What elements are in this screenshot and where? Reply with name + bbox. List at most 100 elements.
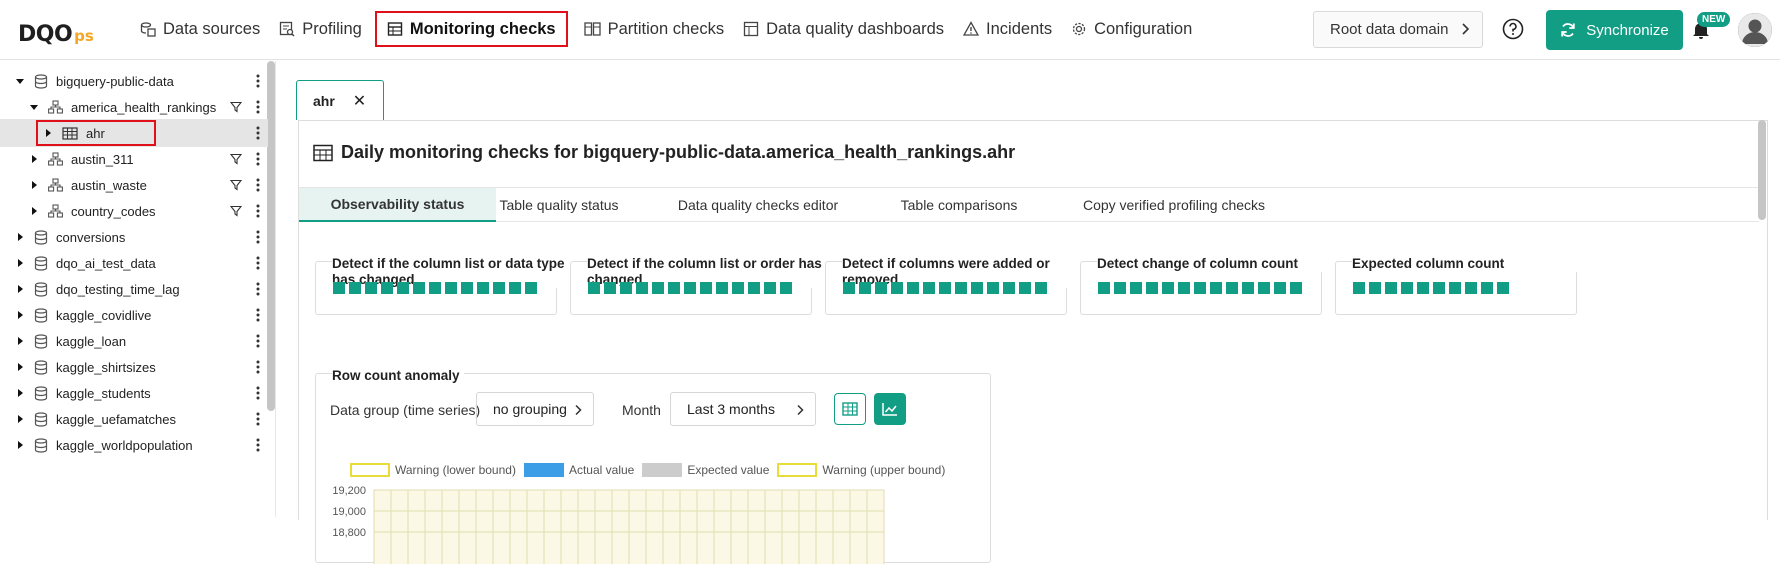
check-result-bar[interactable] [413, 282, 425, 294]
close-icon[interactable]: ✕ [353, 91, 366, 111]
check-result-bar[interactable] [1274, 282, 1286, 294]
caret-down-icon[interactable] [14, 76, 26, 86]
help-icon[interactable] [1502, 18, 1524, 40]
tab-ahr[interactable]: ahr ✕ [296, 80, 384, 120]
tree-item-kaggle-shirtsizes[interactable]: kaggle_shirtsizes [0, 353, 268, 381]
legend-expected-value[interactable]: Expected value [642, 463, 769, 477]
nav-partition-checks[interactable]: Partition checks [578, 11, 730, 47]
tab-observability-status[interactable]: Observability status [299, 188, 496, 222]
caret-right-icon[interactable] [14, 336, 26, 346]
check-result-bar[interactable] [381, 282, 393, 294]
tree-item-kaggle-worldpopulation[interactable]: kaggle_worldpopulation [0, 431, 268, 459]
row-count-chart[interactable]: 19,200 19,000 18,800 [316, 484, 992, 564]
check-result-bar[interactable] [509, 282, 521, 294]
check-result-bar[interactable] [859, 282, 871, 294]
check-result-bar[interactable] [1114, 282, 1126, 294]
check-result-bar[interactable] [1003, 282, 1015, 294]
check-result-bar[interactable] [620, 282, 632, 294]
check-result-bar[interactable] [939, 282, 951, 294]
caret-right-icon[interactable] [14, 440, 26, 450]
more-options-icon[interactable] [256, 282, 260, 296]
check-result-bar[interactable] [333, 282, 345, 294]
tree-item-bigquery-public-data[interactable]: bigquery-public-data [0, 67, 268, 95]
nav-data-quality-dashboards[interactable]: Data quality dashboards [737, 11, 950, 47]
check-result-bar[interactable] [1449, 282, 1461, 294]
check-result-bar[interactable] [748, 282, 760, 294]
tab-table-quality-status[interactable]: Table quality status [496, 188, 622, 222]
check-result-bar[interactable] [700, 282, 712, 294]
nav-data-sources[interactable]: Data sources [134, 11, 266, 47]
more-options-icon[interactable] [256, 256, 260, 270]
nav-profiling[interactable]: Profiling [273, 11, 368, 47]
caret-right-icon[interactable] [14, 310, 26, 320]
check-result-bar[interactable] [1258, 282, 1270, 294]
check-result-bar[interactable] [1433, 282, 1445, 294]
check-result-bar[interactable] [652, 282, 664, 294]
check-result-bar[interactable] [477, 282, 489, 294]
tree-item-ahr[interactable]: ahr [0, 119, 268, 147]
caret-right-icon[interactable] [14, 388, 26, 398]
more-options-icon[interactable] [256, 126, 260, 140]
tree-item-kaggle-covidlive[interactable]: kaggle_covidlive [0, 301, 268, 329]
tree-item-conversions[interactable]: conversions [0, 223, 268, 251]
more-options-icon[interactable] [256, 230, 260, 244]
check-result-bar[interactable] [461, 282, 473, 294]
check-result-bar[interactable] [1035, 282, 1047, 294]
filter-icon[interactable] [230, 153, 242, 165]
filter-icon[interactable] [230, 101, 242, 113]
more-options-icon[interactable] [256, 178, 260, 192]
tree-item-austin-waste[interactable]: austin_waste [0, 171, 268, 199]
caret-right-icon[interactable] [14, 258, 26, 268]
check-result-bar[interactable] [1019, 282, 1031, 294]
check-result-bar[interactable] [1178, 282, 1190, 294]
nav-configuration[interactable]: Configuration [1065, 11, 1198, 47]
tree-item-dqo-ai-test-data[interactable]: dqo_ai_test_data [0, 249, 268, 277]
check-result-bar[interactable] [445, 282, 457, 294]
check-result-bar[interactable] [1226, 282, 1238, 294]
legend-warning-lower[interactable]: Warning (lower bound) [350, 463, 516, 477]
more-options-icon[interactable] [256, 386, 260, 400]
check-result-bar[interactable] [1098, 282, 1110, 294]
more-options-icon[interactable] [256, 438, 260, 452]
more-options-icon[interactable] [256, 204, 260, 218]
tree-item-kaggle-loan[interactable]: kaggle_loan [0, 327, 268, 355]
tree-item-america-health-rankings[interactable]: america_health_rankings [0, 93, 268, 121]
check-result-bar[interactable] [1194, 282, 1206, 294]
month-select[interactable]: Last 3 months [670, 392, 816, 426]
caret-right-icon[interactable] [14, 284, 26, 294]
nav-monitoring-checks[interactable]: Monitoring checks [374, 11, 568, 47]
check-result-bar[interactable] [1242, 282, 1254, 294]
sidebar-scrollbar[interactable] [267, 61, 275, 411]
more-options-icon[interactable] [256, 152, 260, 166]
check-result-bar[interactable] [684, 282, 696, 294]
check-result-bar[interactable] [907, 282, 919, 294]
check-result-bar[interactable] [955, 282, 967, 294]
check-result-bar[interactable] [716, 282, 728, 294]
check-result-bar[interactable] [1481, 282, 1493, 294]
chart-view-button[interactable] [874, 393, 906, 425]
check-result-bar[interactable] [1417, 282, 1429, 294]
caret-right-icon[interactable] [28, 206, 40, 216]
check-result-bar[interactable] [349, 282, 361, 294]
more-options-icon[interactable] [256, 74, 260, 88]
check-result-bar[interactable] [1130, 282, 1142, 294]
caret-right-icon[interactable] [28, 154, 40, 164]
filter-icon[interactable] [230, 205, 242, 217]
main-scrollbar[interactable] [1758, 120, 1766, 220]
check-result-bar[interactable] [1353, 282, 1365, 294]
check-result-bar[interactable] [1162, 282, 1174, 294]
legend-warning-upper[interactable]: Warning (upper bound) [777, 463, 945, 477]
check-result-bar[interactable] [429, 282, 441, 294]
synchronize-button[interactable]: Synchronize [1546, 10, 1683, 50]
nav-incidents[interactable]: Incidents [957, 11, 1058, 47]
check-result-bar[interactable] [604, 282, 616, 294]
caret-right-icon[interactable] [28, 180, 40, 190]
table-view-button[interactable] [834, 393, 866, 425]
check-result-bar[interactable] [1497, 282, 1509, 294]
tree-item-kaggle-students[interactable]: kaggle_students [0, 379, 268, 407]
check-result-bar[interactable] [397, 282, 409, 294]
check-result-bar[interactable] [923, 282, 935, 294]
tree-item-country-codes[interactable]: country_codes [0, 197, 268, 225]
more-options-icon[interactable] [256, 360, 260, 374]
root-domain-selector[interactable]: Root data domain [1313, 11, 1483, 48]
